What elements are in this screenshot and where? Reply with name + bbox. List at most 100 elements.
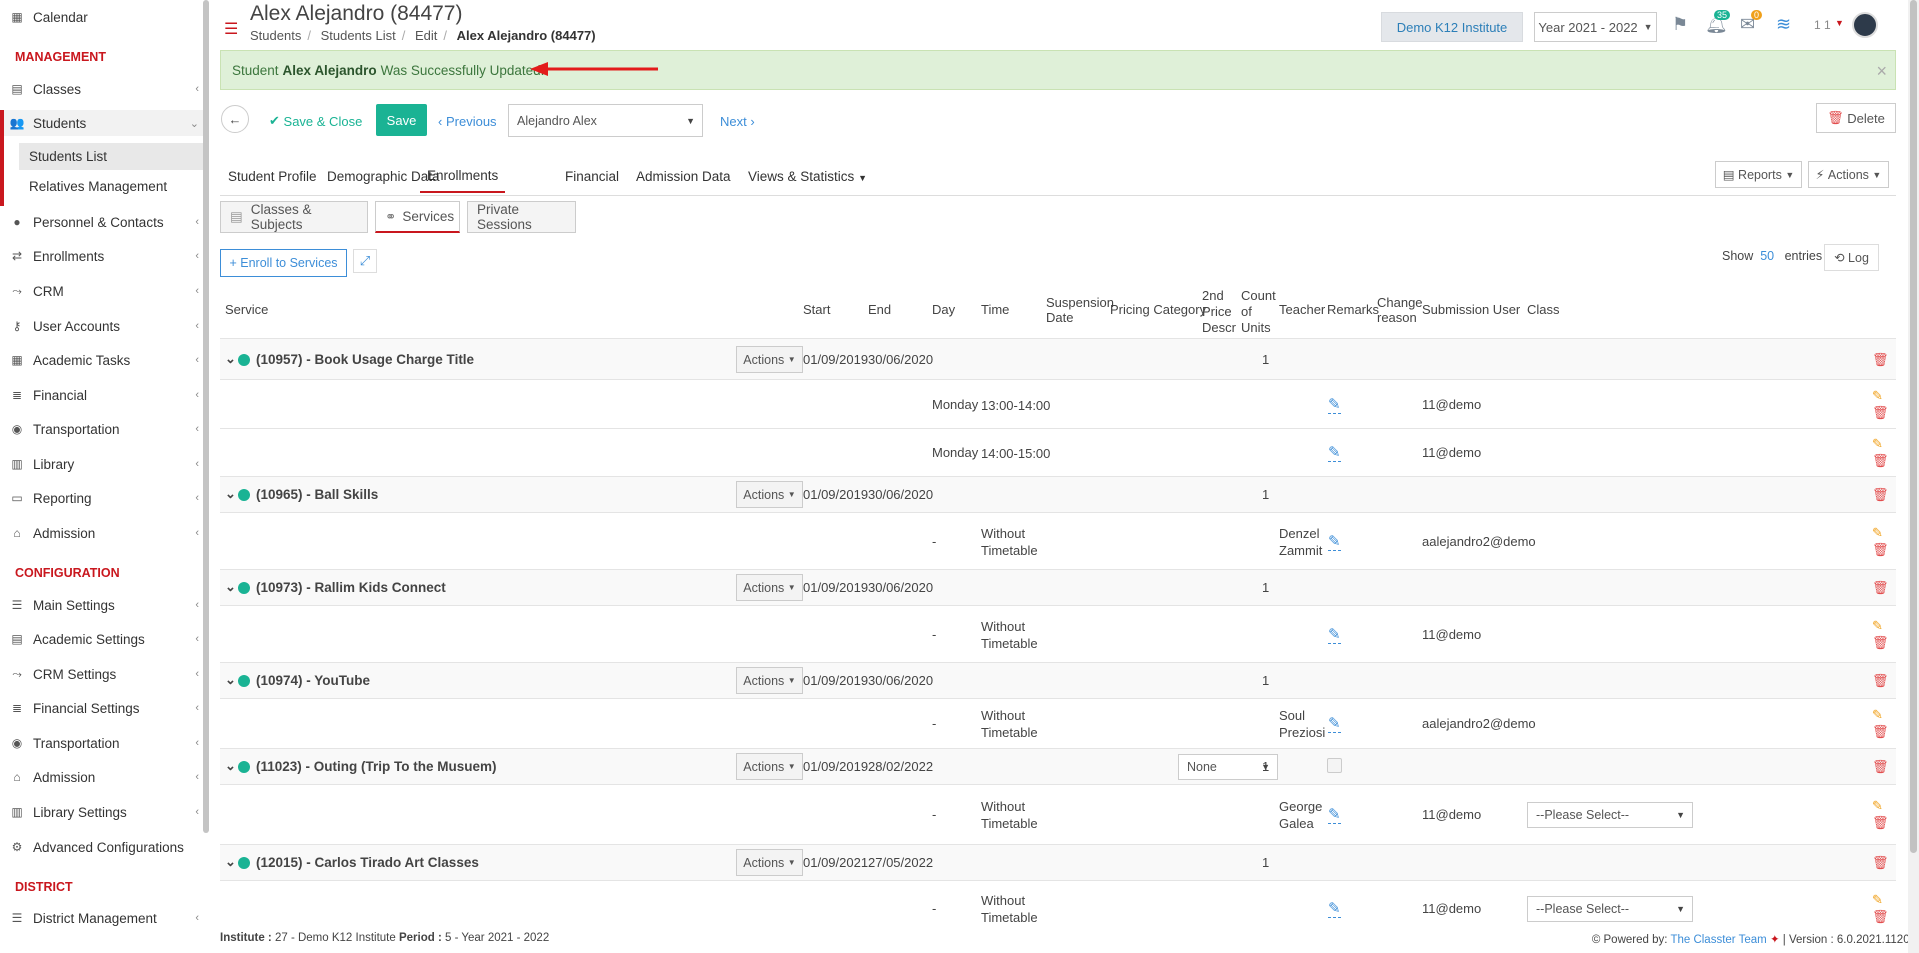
col-submission-user[interactable]: Submission User [1422,302,1520,317]
sidebar-item-personnel[interactable]: ● Personnel & Contacts ‹ [0,209,203,235]
col-suspension-date[interactable]: Suspension Date [1046,295,1116,325]
trash-icon[interactable]: 🗑︎ [1872,487,1889,503]
row-actions-button[interactable]: Actions ▼ [736,667,803,694]
row-actions-button[interactable]: Actions ▼ [736,753,803,780]
chevron-down-icon[interactable]: ⌄ [225,758,236,774]
hamburger-icon[interactable]: ☰ [224,19,238,39]
subtab-classes-subjects[interactable]: ▤ Classes & Subjects [220,201,368,233]
pencil-icon[interactable]: ✎ [1872,618,1883,634]
actions-button[interactable]: ⚡︎ Actions ▼ [1808,161,1889,188]
trash-icon[interactable]: 🗑︎ [1872,855,1889,871]
chevron-down-icon[interactable]: ⌄ [225,579,236,595]
edit-remarks-icon[interactable]: ✎ [1328,443,1341,462]
sidebar-item-main-settings[interactable]: ☰ Main Settings ‹ [0,592,203,618]
entries-select[interactable]: 50 [1760,249,1774,263]
sidebar-item-user-accounts[interactable]: ⚷ User Accounts ‹ [0,313,203,339]
page-scrollbar[interactable] [1908,0,1919,953]
next-button[interactable]: Next › [720,105,755,137]
col-service[interactable]: Service [225,302,268,317]
row-actions-button[interactable]: Actions ▼ [736,574,803,601]
close-icon[interactable]: × [1876,61,1887,82]
sidebar-item-transportation[interactable]: ◉ Transportation ‹ [0,416,203,442]
edit-remarks-icon[interactable]: ✎ [1328,532,1341,551]
flag-icon[interactable]: ⚑ [1672,14,1688,35]
student-select[interactable]: Alejandro Alex ▼ [508,104,703,137]
edit-remarks-icon[interactable]: ✎ [1328,625,1341,644]
caret-down-icon[interactable]: ▼ [1835,18,1844,28]
subscription-row[interactable]: Monday 13:00-14:00 ✎ 11@demo ✎ 🗑︎ [220,379,1896,428]
sidebar-item-crm-settings[interactable]: ⤳ CRM Settings ‹ [0,661,203,687]
tab-admission-data[interactable]: Admission Data [636,169,731,192]
trash-icon[interactable]: 🗑︎ [1872,635,1889,651]
service-row[interactable]: ⌄ (10974) - YouTube Actions ▼ 01/09/2019 30/… [220,662,1896,698]
service-row[interactable]: ⌄ (10973) - Rallim Kids Connect Actions ▼ 0… [220,569,1896,605]
edit-remarks-icon[interactable]: ✎ [1328,395,1341,414]
sidebar-item-academic-tasks[interactable]: ▦ Academic Tasks ‹ [0,347,203,373]
edit-remarks-icon[interactable]: ✎ [1328,899,1341,918]
service-row[interactable]: ⌄ (10965) - Ball Skills Actions ▼ 01/09/201… [220,476,1896,512]
sidebar-item-advanced[interactable]: ⚙ Advanced Configurations [0,834,203,860]
pencil-icon[interactable]: ✎ [1872,892,1883,908]
subtab-private-sessions[interactable]: Private Sessions [467,201,576,233]
class-select[interactable]: --Please Select-- ▼ [1527,802,1693,828]
col-2nd-price-descr[interactable]: 2nd Price Descr [1202,288,1238,336]
sidebar-item-library-settings[interactable]: ▥ Library Settings ‹ [0,799,203,825]
row-actions-button[interactable]: Actions ▼ [736,346,803,373]
subtab-services[interactable]: ⚭ Services [375,201,460,233]
chevron-down-icon[interactable]: ⌄ [225,351,236,367]
trash-icon[interactable]: 🗑︎ [1872,909,1889,925]
chevron-down-icon[interactable]: ⌄ [225,672,236,688]
service-row[interactable]: ⌄ (10957) - Book Usage Charge Title Action… [220,338,1896,379]
avatar[interactable] [1852,12,1878,38]
pencil-icon[interactable]: ✎ [1872,525,1883,541]
crumb-students-list[interactable]: Students List [321,28,396,43]
col-day[interactable]: Day [932,302,955,317]
sidebar-item-library[interactable]: ▥ Library ‹ [0,451,203,477]
classter-link[interactable]: The Classter Team [1670,934,1766,946]
col-teacher[interactable]: Teacher [1279,302,1325,317]
sidebar-item-crm[interactable]: ⤳ CRM ‹ [0,278,203,304]
subscription-row[interactable]: Monday 14:00-15:00 ✎ 11@demo ✎ 🗑︎ [220,428,1896,476]
col-remarks[interactable]: Remarks [1327,302,1379,317]
subscription-row[interactable]: - Without Timetable ✎ 11@demo ✎ 🗑︎ [220,605,1896,662]
subscription-row[interactable]: - Without Timetable George Galea ✎ 11@demo --… [220,784,1896,844]
delete-button[interactable]: 🗑︎ Delete [1816,103,1896,133]
pencil-icon[interactable]: ✎ [1872,707,1883,723]
pencil-icon[interactable]: ✎ [1872,388,1883,404]
trash-icon[interactable]: 🗑︎ [1872,580,1889,596]
col-end[interactable]: End [868,302,891,317]
sidebar-item-students-list[interactable]: Students List [19,143,203,170]
edit-remarks-icon[interactable]: ✎ [1328,805,1341,824]
sidebar-item-admission-settings[interactable]: ⌂ Admission ‹ [0,764,203,790]
subscription-row[interactable]: - Without Timetable ✎ 11@demo --Please Selec… [220,880,1896,936]
log-button[interactable]: ⟲ Log [1824,244,1879,271]
subscription-row[interactable]: - Without Timetable Denzel Zammit ✎ aalejand… [220,512,1896,569]
sidebar-item-financial-settings[interactable]: ≣ Financial Settings ‹ [0,695,203,721]
service-row[interactable]: ⌄ (12015) - Carlos Tirado Art Classes Acti… [220,844,1896,880]
class-select[interactable]: --Please Select-- ▼ [1527,896,1693,922]
sidebar-item-academic-settings[interactable]: ▤ Academic Settings ‹ [0,626,203,652]
pencil-icon[interactable]: ✎ [1872,798,1883,814]
save-close-button[interactable]: ✔ Save & Close [269,105,362,137]
year-select[interactable]: Year 2021 - 2022 ▼ [1534,12,1657,42]
sidebar-item-district-management[interactable]: ☰ District Management ‹ [0,905,203,931]
trash-icon[interactable]: 🗑︎ [1872,352,1889,368]
col-pricing-category[interactable]: Pricing Category [1110,302,1206,317]
save-button[interactable]: Save [376,104,427,136]
sidebar-item-transportation-settings[interactable]: ◉ Transportation ‹ [0,730,203,756]
sidebar-item-reporting[interactable]: ▭ Reporting ‹ [0,485,203,511]
expand-icon[interactable]: ⤢ [353,249,377,273]
subscription-row[interactable]: - Without Timetable Soul Preziosi ✎ aalejand… [220,698,1896,748]
tab-enrollments[interactable]: Enrollments [420,168,506,193]
sidebar-item-students[interactable]: 👥 Students ⌄ [0,110,203,136]
col-class[interactable]: Class [1527,302,1560,317]
crumb-students[interactable]: Students [250,28,301,43]
sidebar-item-relatives[interactable]: Relatives Management [19,173,203,200]
trash-icon[interactable]: 🗑︎ [1872,405,1889,421]
sidebar-item-financial[interactable]: ≣ Financial ‹ [0,382,203,408]
col-start[interactable]: Start [803,302,830,317]
back-button[interactable]: ← [221,105,249,133]
sidebar-item-enrollments[interactable]: ⇄ Enrollments ‹ [0,243,203,269]
page-scrollbar-thumb[interactable] [1910,0,1917,853]
trash-icon[interactable]: 🗑︎ [1872,673,1889,689]
